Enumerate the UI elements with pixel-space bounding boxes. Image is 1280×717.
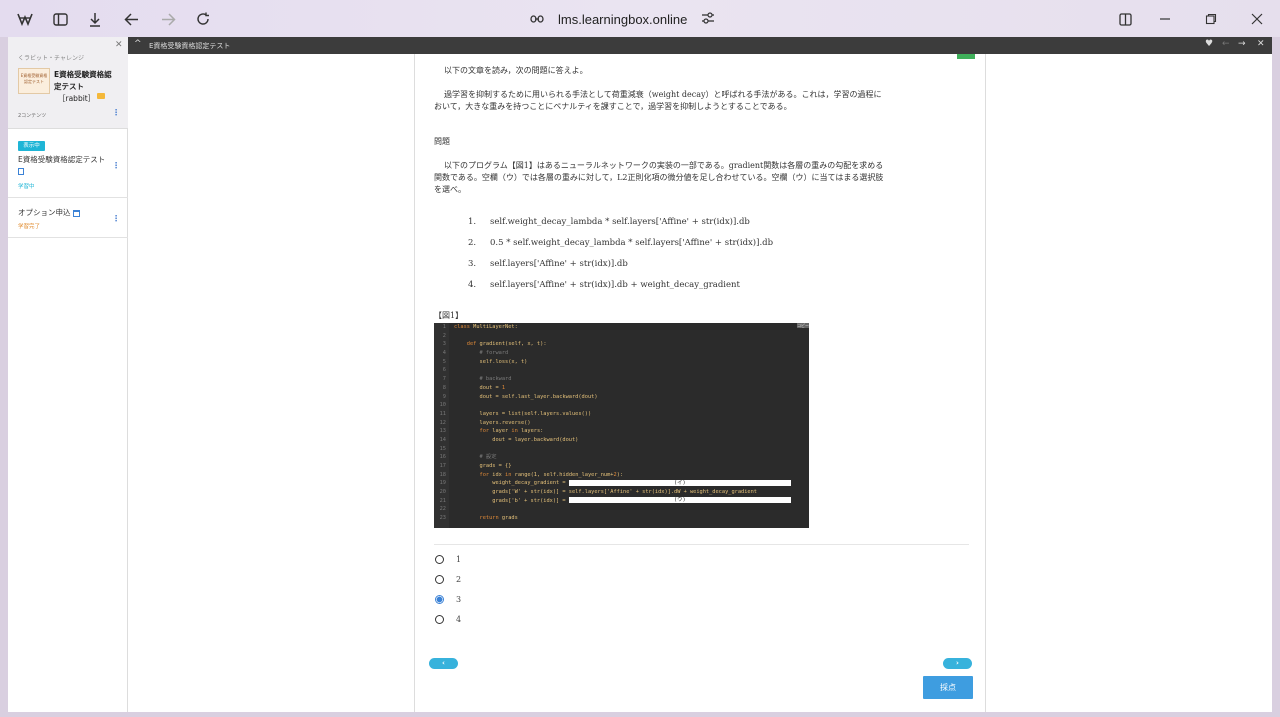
question-body: 以下のプログラム【図1】はあるニューラルネットワークの実装の一部である。grad… [434,161,884,194]
choice-item: 2. 0.5 * self.weight_decay_lambda * self.… [468,238,774,248]
download-icon[interactable] [84,8,106,30]
answer-option[interactable]: 2 [435,575,461,584]
copy-code-button[interactable]: コピー [797,323,809,328]
question-panel: 以下の文章を読み，次の問題に答えよ。 過学習を抑制するために用いられる手法として… [414,54,986,712]
calendar-icon [72,209,80,217]
course-thumbnail: E資格受験資格認定テスト [18,68,50,94]
answer-option[interactable]: 4 [435,615,461,624]
sidebar-item-label: E資格受験資格認定テスト [18,154,108,176]
app-frame: ^ E資格受験資格認定テスト ♥ ← → ✕ ✕ くラビット・チャレンジ E資格… [8,37,1272,712]
content-topbar: ^ E資格受験資格認定テスト ♥ ← → ✕ [8,37,1272,54]
reload-icon[interactable] [192,8,214,30]
radio-button-selected[interactable] [435,595,444,604]
sidebar-item-option[interactable]: オプション申込 学習完了 ⋮ [8,198,128,238]
choice-item: 1. self.weight_decay_lambda * self.layers… [468,217,750,227]
collapse-chevron-icon[interactable]: ^ [134,39,142,49]
item-menu-icon[interactable]: ⋮ [112,214,120,223]
blank-i: (イ) [568,479,791,486]
previous-button[interactable]: ‹ [429,658,458,669]
radio-button[interactable] [435,575,444,584]
code-figure: 1 2 3 4 5 6 7 8 9 10 11 12 13 14 15 16 17 18 19 20 21 22 23 cl… [434,323,809,528]
learning-status: 学習中 [18,184,35,190]
radio-button[interactable] [435,555,444,564]
site-settings-icon[interactable] [701,11,715,27]
forward-icon[interactable] [157,8,179,30]
breadcrumb[interactable]: くラビット・チャレンジ [18,53,84,62]
figure-label: 【図1】 [434,311,464,320]
sidebar-close-icon[interactable]: ✕ [115,40,123,50]
intro-text: 以下の文章を読み，次の問題に答えよ。 [444,66,588,75]
browser-toolbar: lms.learningbox.online [0,0,1280,37]
url-text[interactable]: lms.learningbox.online [558,12,687,27]
course-subtitle: ［rabbit］ [58,94,96,103]
status-badge: 表示中 [18,141,45,151]
sidebar-toggle-icon[interactable] [49,8,71,30]
course-sidebar: ✕ くラビット・チャレンジ E資格受験資格認定テスト E資格受験資格認定テスト … [8,37,128,712]
radio-button[interactable] [435,615,444,624]
content-count: 2コンテンツ [18,113,47,119]
next-arrow-icon[interactable]: → [1238,39,1246,49]
back-icon[interactable] [120,8,142,30]
course-menu-icon[interactable]: ⋮ [112,108,120,117]
sidebar-item-label: オプション申込 [18,207,108,218]
prev-arrow-icon[interactable]: ← [1222,39,1230,49]
code-text: class MultiLayerNet: def gradient(self, … [454,323,791,523]
maximize-icon[interactable] [1200,8,1222,30]
minimize-icon[interactable] [1154,8,1176,30]
favorite-icon[interactable]: ♥ [1205,39,1213,49]
answer-option[interactable]: 1 [435,555,461,564]
line-numbers: 1 2 3 4 5 6 7 8 9 10 11 12 13 14 15 16 17 18 19 20 21 22 23 [434,323,449,528]
content-title: E資格受験資格認定テスト [149,42,231,50]
learning-status: 学習完了 [18,224,41,230]
close-viewer-icon[interactable]: ✕ [1257,39,1265,49]
answer-option[interactable]: 3 [435,595,461,604]
choice-item: 3. self.layers['Affine' + str(idx)].db [468,259,628,269]
progress-marker [957,54,975,59]
choice-item: 4. self.layers['Affine' + str(idx)].db + … [468,280,740,290]
close-icon[interactable] [1246,8,1268,30]
passage-text: 過学習を抑制するために用いられる手法として荷重減衰（weight decay）と… [434,90,882,111]
folder-icon [97,93,105,99]
next-button[interactable]: › [943,658,972,669]
browser-logo-icon[interactable] [14,8,36,30]
course-header: ✕ くラビット・チャレンジ E資格受験資格認定テスト E資格受験資格認定テスト … [8,37,128,129]
split-view-icon[interactable] [1114,8,1136,30]
address-bar[interactable]: lms.learningbox.online [530,9,715,29]
sidebar-item-test[interactable]: 表示中 E資格受験資格認定テスト 学習中 ⋮ [8,129,128,198]
document-icon [18,167,24,175]
site-info-icon[interactable] [530,12,544,27]
submit-button[interactable]: 採点 [923,676,973,699]
item-menu-icon[interactable]: ⋮ [112,161,120,170]
divider [434,544,969,545]
blank-u: (ウ) [568,497,791,504]
question-heading: 問題 [434,137,450,146]
course-title: E資格受験資格認定テスト [54,70,112,91]
